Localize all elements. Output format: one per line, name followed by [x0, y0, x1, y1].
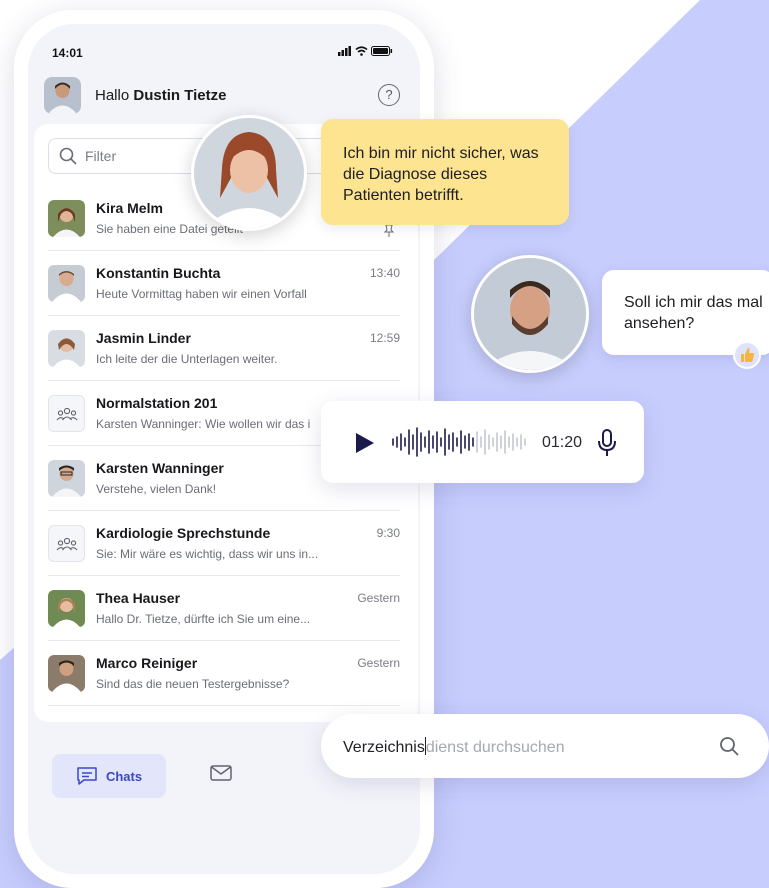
chat-row-thea-hauser[interactable]: Thea Hauser Hallo Dr. Tietze, dürfte ich…: [48, 576, 400, 641]
greeting: Hallo Dustin Tietze: [95, 87, 226, 104]
wifi-icon: [355, 46, 368, 56]
avatar: [48, 265, 85, 302]
user-avatar[interactable]: [44, 77, 81, 114]
avatar: [48, 655, 85, 692]
voice-duration: 01:20: [542, 434, 583, 451]
chat-preview: Heute Vormittag haben wir einen Vorfall: [96, 287, 307, 301]
chat-bubble-icon: [77, 767, 97, 785]
doctor-photo-male: [471, 255, 589, 373]
signal-icon: [338, 46, 351, 56]
filter-placeholder: Filter: [85, 148, 117, 164]
chat-preview: Hallo Dr. Tietze, dürfte ich Sie um eine…: [96, 612, 311, 626]
group-icon: [48, 525, 85, 562]
search-suggestion: dienst durchsuchen: [425, 739, 565, 756]
chat-name: Konstantin Buchta: [96, 265, 221, 281]
group-icon: [48, 395, 85, 432]
directory-search-input[interactable]: Verzeichnisdienst durchsuchen: [321, 714, 769, 778]
chat-preview: Sind das die neuen Testergebnisse?: [96, 677, 290, 691]
microphone-icon[interactable]: [597, 429, 617, 457]
chat-name: Jasmin Linder: [96, 330, 191, 346]
avatar: [48, 590, 85, 627]
chat-time: Gestern: [357, 656, 400, 670]
greeting-prefix: Hallo: [95, 87, 130, 104]
chat-name: Marco Reiniger: [96, 655, 198, 671]
search-text: Verzeichnisdienst durchsuchen: [343, 737, 565, 757]
chat-name: Kardiologie Sprechstunde: [96, 525, 271, 541]
avatar: [48, 460, 85, 497]
chat-time: 9:30: [376, 526, 400, 540]
chat-row-marco-reiniger[interactable]: Marco Reiniger Sind das die neuen Tester…: [48, 641, 400, 706]
chat-name: Thea Hauser: [96, 590, 181, 606]
chat-name: Kira Melm: [96, 200, 163, 216]
chat-row-konstantin-buchta[interactable]: Konstantin Buchta Heute Vormittag haben …: [48, 251, 400, 316]
mail-icon[interactable]: [210, 764, 232, 782]
chat-row-kardiologie-sprechstunde[interactable]: Kardiologie Sprechstunde Sie: Mir wäre e…: [48, 511, 400, 576]
avatar: [48, 200, 85, 237]
thumbs-up-icon: [733, 341, 761, 369]
battery-icon: [371, 46, 393, 56]
play-icon[interactable]: [355, 432, 375, 454]
waveform[interactable]: [391, 426, 536, 458]
chat-time: 13:40: [369, 266, 400, 280]
chat-name: Karsten Wanninger: [96, 460, 224, 476]
avatar: [48, 330, 85, 367]
chat-preview: Verstehe, vielen Dank!: [96, 482, 217, 496]
nav-chats-tab[interactable]: Chats: [52, 754, 166, 798]
chat-preview: Ich leite der die Unterlagen weiter.: [96, 352, 278, 366]
doctor-photo-female: [191, 115, 307, 231]
search-icon: [59, 147, 77, 165]
message-bubble-doctor: Ich bin mir nicht sicher, was die Diagno…: [321, 119, 569, 225]
pin-icon: [384, 224, 394, 237]
status-icons: [338, 46, 393, 56]
chat-row-jasmin-linder[interactable]: Jasmin Linder Ich leite der die Unterlag…: [48, 316, 400, 381]
chat-time: 12:59: [369, 331, 400, 345]
search-icon[interactable]: [719, 736, 739, 756]
chat-time: Gestern: [357, 591, 400, 605]
chat-preview: Sie: Mir wäre es wichtig, dass wir uns i…: [96, 547, 319, 561]
nav-chats-label: Chats: [105, 768, 143, 784]
voice-message-card: 01:20: [321, 401, 644, 483]
help-icon[interactable]: ?: [378, 84, 400, 106]
user-name: Dustin Tietze: [133, 87, 227, 104]
status-time: 14:01: [52, 46, 83, 60]
search-typed: Verzeichnis: [343, 739, 425, 756]
chat-name: Normalstation 201: [96, 395, 218, 411]
